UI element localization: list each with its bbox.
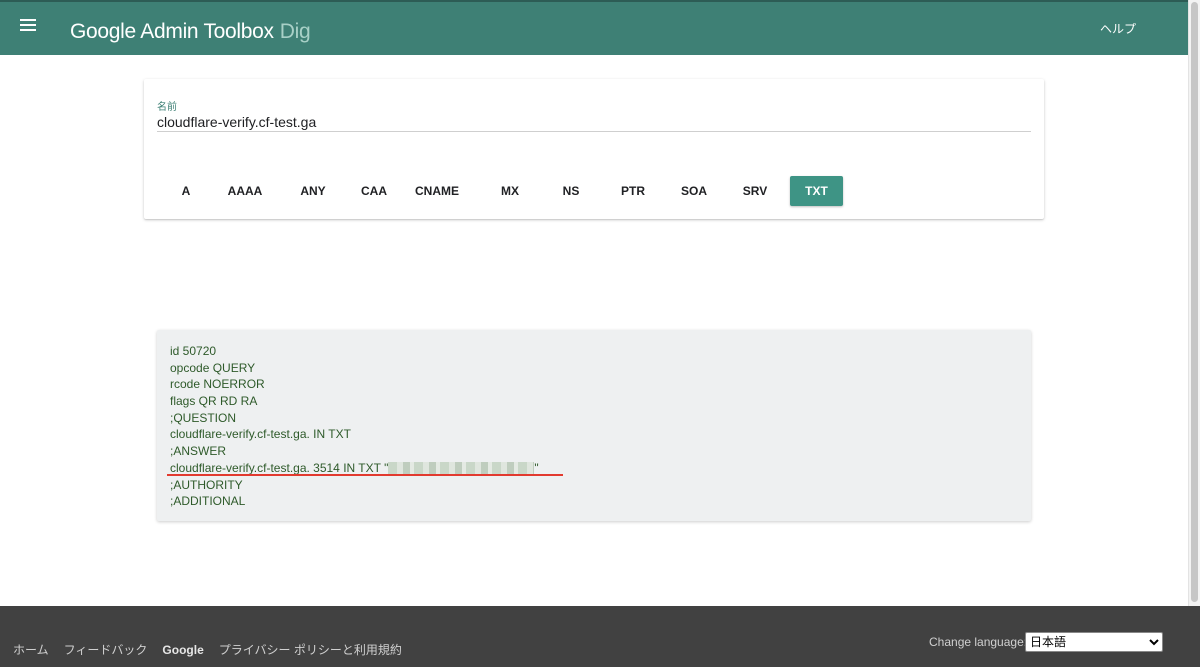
result-line: rcode NOERROR <box>170 377 265 392</box>
record-type-mx-button[interactable]: MX <box>484 176 536 206</box>
record-type-buttons: A AAAA ANY CAA CNAME MX NS PTR SOA SRV TXT <box>144 176 1044 206</box>
language-label: Change language: <box>929 635 1028 649</box>
record-type-soa-button[interactable]: SOA <box>668 176 720 206</box>
result-line: opcode QUERY <box>170 360 256 375</box>
result-line: ;ANSWER <box>170 444 227 459</box>
footer-link-2[interactable]: Google <box>162 643 203 657</box>
footer-link-0[interactable]: ホーム <box>13 643 49 657</box>
footer-link-1[interactable]: フィードバック <box>64 643 148 657</box>
record-type-txt-button[interactable]: TXT <box>790 176 843 206</box>
result-line: id 50720 <box>170 344 217 358</box>
record-type-caa-button[interactable]: CAA <box>348 176 400 206</box>
language-select[interactable]: 日本語 <box>1025 632 1163 652</box>
tool-name: Dig <box>279 20 311 43</box>
name-input[interactable] <box>157 111 1031 132</box>
query-card: 名前 AAAAAANYCAACNAMEMXNSPTRSOASRVTXT <box>144 79 1044 219</box>
result-line: cloudflare-verify.cf-test.ga. IN TXT <box>170 427 351 442</box>
result-line: ;AUTHORITY <box>170 477 243 492</box>
redacted-value <box>388 461 535 474</box>
footer: ホーム フィードバック Google プライバシー ポリシーと利用規約 Change … <box>0 606 1200 667</box>
name-input-underline <box>157 131 1031 132</box>
record-type-srv-button[interactable]: SRV <box>729 176 781 206</box>
record-type-a-button[interactable]: A <box>160 176 212 206</box>
record-type-cname-button[interactable]: CNAME <box>411 176 463 206</box>
footer-links: ホーム フィードバック Google プライバシー ポリシーと利用規約 <box>13 641 417 658</box>
result-line: ;ADDITIONAL <box>170 494 246 509</box>
result-card: id 50720 opcode QUERY rcode NOERROR flags Q… <box>157 330 1031 521</box>
app-title: Google Admin Toolbox Dig <box>70 20 311 44</box>
answer-highlight-underline <box>167 474 563 476</box>
result-line: ;QUESTION <box>170 410 237 425</box>
footer-link-3[interactable]: プライバシー ポリシーと利用規約 <box>219 643 402 657</box>
menu-icon[interactable] <box>20 19 38 33</box>
result-line: flags QR RD RA <box>170 394 258 409</box>
help-link[interactable]: ヘルプ <box>1100 20 1136 37</box>
scrollbar-thumb[interactable] <box>1191 2 1198 602</box>
record-type-ns-button[interactable]: NS <box>545 176 597 206</box>
record-type-ptr-button[interactable]: PTR <box>607 176 659 206</box>
result-output: id 50720 opcode QUERY rcode NOERROR flags Q… <box>170 343 539 510</box>
record-type-aaaa-button[interactable]: AAAA <box>219 176 271 206</box>
app-bar: Google Admin Toolbox Dig ヘルプ <box>0 0 1188 55</box>
record-type-any-button[interactable]: ANY <box>287 176 339 206</box>
page-scrollbar[interactable] <box>1188 0 1200 606</box>
brand-name: Google Admin Toolbox <box>70 20 274 43</box>
